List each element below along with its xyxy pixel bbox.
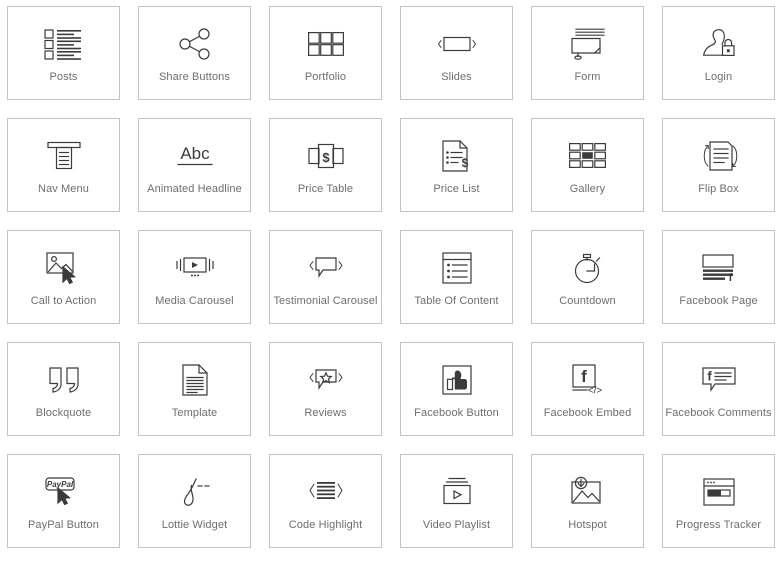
widget-label: Share Buttons bbox=[158, 70, 230, 83]
widget-label: Template bbox=[171, 406, 218, 419]
facebook-page-icon: f bbox=[696, 247, 742, 289]
widget-label: Lottie Widget bbox=[161, 518, 228, 531]
widget-card-progress-tracker[interactable]: Progress Tracker bbox=[662, 454, 775, 548]
price-table-icon: $ bbox=[303, 135, 349, 177]
hotspot-icon bbox=[565, 471, 611, 513]
widget-label: Table Of Content bbox=[414, 294, 499, 307]
widget-card-login[interactable]: Login bbox=[662, 6, 775, 100]
widget-label: Countdown bbox=[559, 294, 616, 307]
facebook-button-icon bbox=[434, 359, 480, 401]
slides-icon bbox=[434, 23, 480, 65]
widget-label: Nav Menu bbox=[38, 182, 89, 195]
call-to-action-icon bbox=[41, 247, 87, 289]
widget-card-facebook-page[interactable]: f Facebook Page bbox=[662, 230, 775, 324]
svg-text:$: $ bbox=[461, 156, 468, 170]
widget-label: Slides bbox=[441, 70, 472, 83]
table-of-content-icon bbox=[434, 247, 480, 289]
widget-card-share-buttons[interactable]: Share Buttons bbox=[138, 6, 251, 100]
widget-card-portfolio[interactable]: Portfolio bbox=[269, 6, 382, 100]
svg-text:f: f bbox=[581, 367, 587, 386]
svg-text:f: f bbox=[707, 368, 712, 383]
widget-label: Login bbox=[704, 70, 733, 83]
paypal-button-icon: PayPal bbox=[41, 471, 87, 513]
widget-card-code-highlight[interactable]: Code Highlight bbox=[269, 454, 382, 548]
svg-text:Abc: Abc bbox=[180, 144, 210, 163]
widget-label: Media Carousel bbox=[155, 294, 234, 307]
widget-label: Code Highlight bbox=[288, 518, 363, 531]
widget-label: Portfolio bbox=[304, 70, 347, 83]
widget-label: Call to Action bbox=[30, 294, 97, 307]
widget-card-countdown[interactable]: Countdown bbox=[531, 230, 644, 324]
widget-label: Flip Box bbox=[698, 182, 739, 195]
widget-label: Facebook Embed bbox=[543, 406, 632, 419]
widget-label: Facebook Comments bbox=[665, 406, 772, 419]
svg-text:f: f bbox=[728, 272, 732, 284]
blockquote-icon bbox=[41, 359, 87, 401]
widget-label: Hotspot bbox=[568, 518, 607, 531]
widget-card-table-of-content[interactable]: Table Of Content bbox=[400, 230, 513, 324]
svg-text:$: $ bbox=[322, 150, 330, 165]
facebook-embed-icon: f </> bbox=[565, 359, 611, 401]
widget-card-flip-box[interactable]: Flip Box bbox=[662, 118, 775, 212]
widget-label: Price Table bbox=[297, 182, 354, 195]
flip-box-icon bbox=[696, 135, 742, 177]
widget-label: PayPal Button bbox=[27, 518, 99, 531]
gallery-icon bbox=[565, 135, 611, 177]
widget-card-price-table[interactable]: $ Price Table bbox=[269, 118, 382, 212]
widget-card-call-to-action[interactable]: Call to Action bbox=[7, 230, 120, 324]
widget-card-blockquote[interactable]: Blockquote bbox=[7, 342, 120, 436]
widget-label: Facebook Button bbox=[414, 406, 499, 419]
widget-card-media-carousel[interactable]: Media Carousel bbox=[138, 230, 251, 324]
share-buttons-icon bbox=[172, 23, 218, 65]
widget-label: Animated Headline bbox=[147, 182, 242, 195]
widget-card-posts[interactable]: Posts bbox=[7, 6, 120, 100]
facebook-comments-icon: f bbox=[696, 359, 742, 401]
widget-label: Blockquote bbox=[35, 406, 92, 419]
widget-card-facebook-embed[interactable]: f </> Facebook Embed bbox=[531, 342, 644, 436]
widget-label: Reviews bbox=[304, 406, 347, 419]
widget-card-template[interactable]: Template bbox=[138, 342, 251, 436]
media-carousel-icon bbox=[172, 247, 218, 289]
widget-card-nav-menu[interactable]: Nav Menu bbox=[7, 118, 120, 212]
lottie-widget-icon bbox=[172, 471, 218, 513]
widget-label: Form bbox=[574, 70, 601, 83]
widget-label: Progress Tracker bbox=[675, 518, 762, 531]
video-playlist-icon bbox=[434, 471, 480, 513]
template-icon bbox=[172, 359, 218, 401]
progress-tracker-icon bbox=[696, 471, 742, 513]
testimonial-carousel-icon bbox=[303, 247, 349, 289]
widget-card-video-playlist[interactable]: Video Playlist bbox=[400, 454, 513, 548]
widget-label: Posts bbox=[49, 70, 78, 83]
reviews-icon bbox=[303, 359, 349, 401]
widget-card-hotspot[interactable]: Hotspot bbox=[531, 454, 644, 548]
widget-card-testimonial-carousel[interactable]: Testimonial Carousel bbox=[269, 230, 382, 324]
posts-icon bbox=[41, 23, 87, 65]
widget-label: Facebook Page bbox=[679, 294, 758, 307]
widget-label: Video Playlist bbox=[422, 518, 491, 531]
price-list-icon: $ bbox=[434, 135, 480, 177]
widget-card-animated-headline[interactable]: Abc Animated Headline bbox=[138, 118, 251, 212]
widget-label: Price List bbox=[433, 182, 480, 195]
portfolio-icon bbox=[303, 23, 349, 65]
widget-grid: Posts Share Buttons Portfolio Slides For… bbox=[0, 0, 778, 548]
widget-card-reviews[interactable]: Reviews bbox=[269, 342, 382, 436]
widget-label: Testimonial Carousel bbox=[273, 294, 378, 307]
widget-card-form[interactable]: Form bbox=[531, 6, 644, 100]
animated-headline-icon: Abc bbox=[172, 135, 218, 177]
widget-card-lottie-widget[interactable]: Lottie Widget bbox=[138, 454, 251, 548]
widget-card-paypal-button[interactable]: PayPal PayPal Button bbox=[7, 454, 120, 548]
code-highlight-icon bbox=[303, 471, 349, 513]
widget-card-gallery[interactable]: Gallery bbox=[531, 118, 644, 212]
widget-card-facebook-button[interactable]: Facebook Button bbox=[400, 342, 513, 436]
nav-menu-icon bbox=[41, 135, 87, 177]
widget-card-facebook-comments[interactable]: f Facebook Comments bbox=[662, 342, 775, 436]
login-icon bbox=[696, 23, 742, 65]
widget-label: Gallery bbox=[569, 182, 606, 195]
form-icon bbox=[565, 23, 611, 65]
widget-card-slides[interactable]: Slides bbox=[400, 6, 513, 100]
svg-text:</>: </> bbox=[587, 385, 602, 396]
countdown-icon bbox=[565, 247, 611, 289]
widget-card-price-list[interactable]: $ Price List bbox=[400, 118, 513, 212]
svg-text:PayPal: PayPal bbox=[46, 480, 73, 489]
